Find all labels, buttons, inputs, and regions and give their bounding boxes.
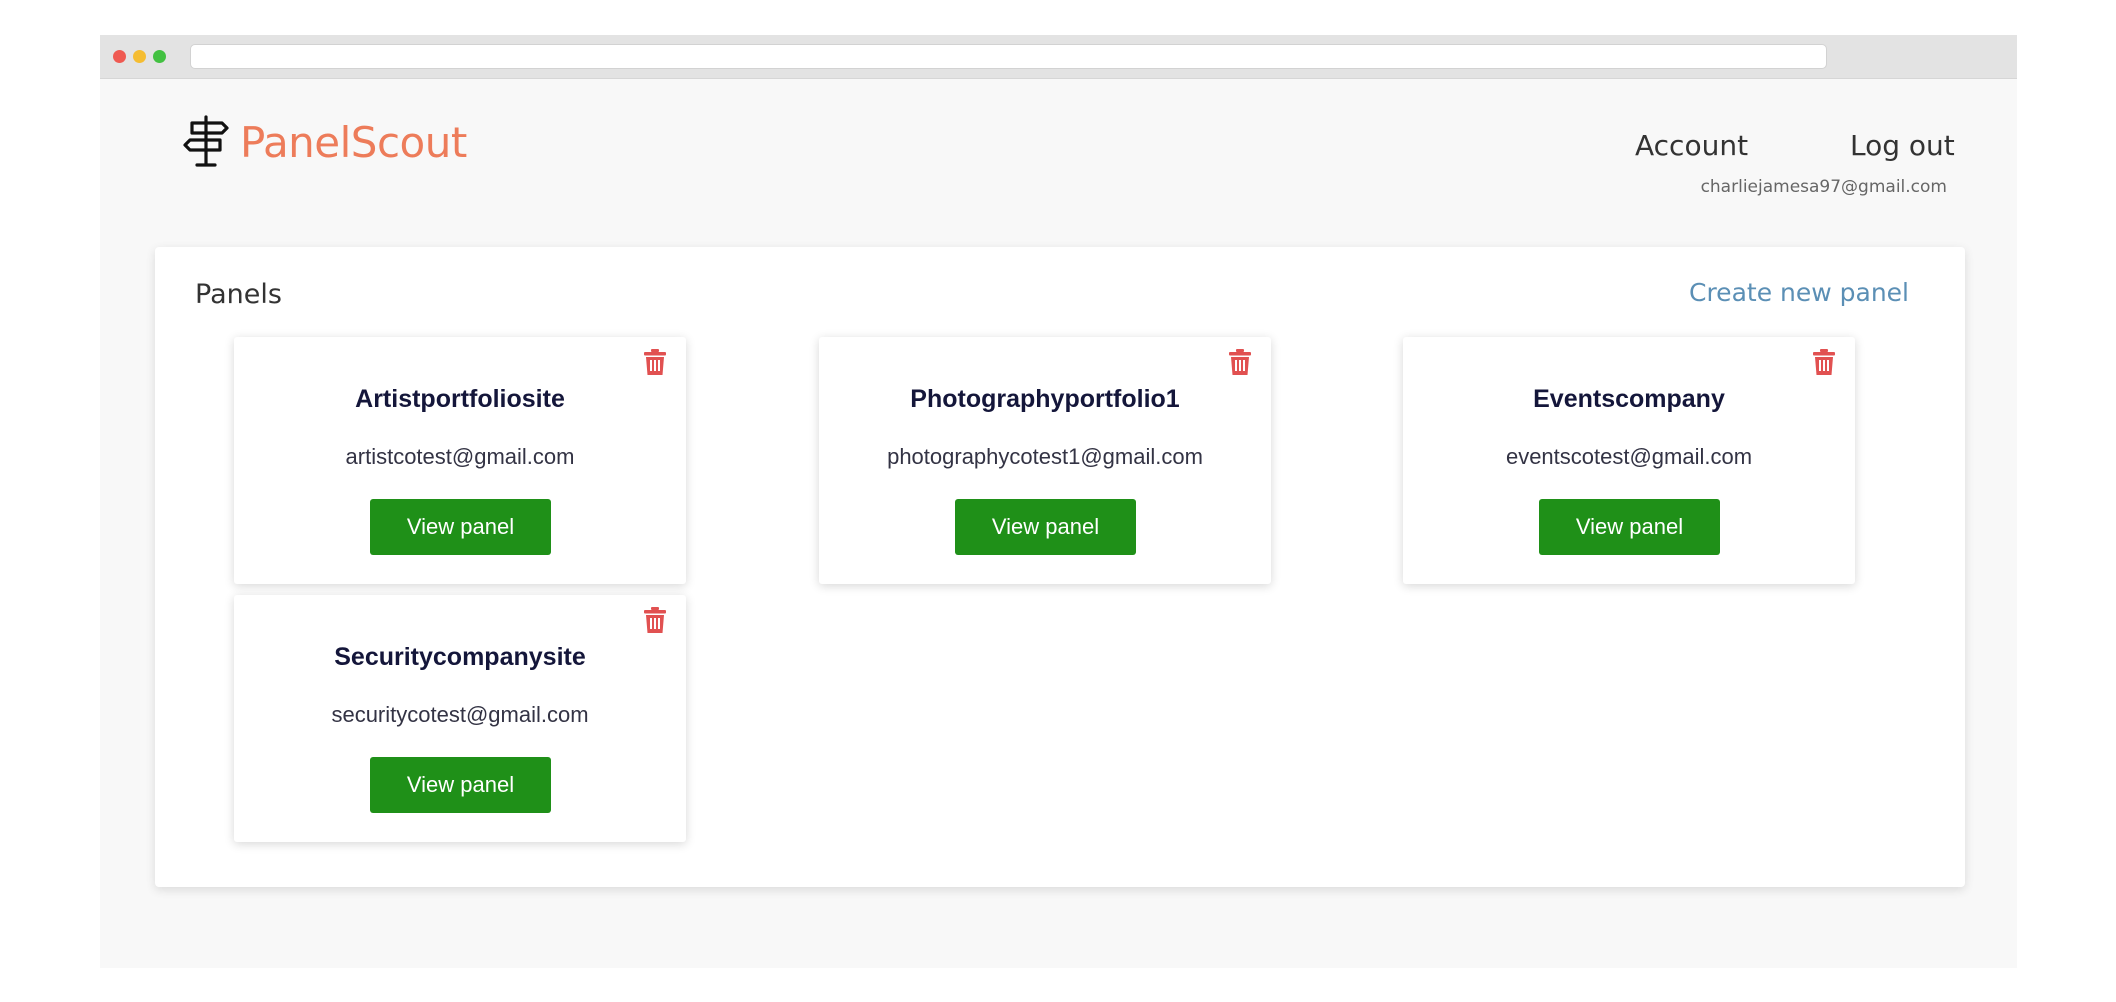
view-panel-button[interactable]: View panel xyxy=(1539,499,1720,555)
create-panel-link[interactable]: Create new panel xyxy=(1689,278,1909,307)
panel-card: Securitycompanysite securitycotest@gmail… xyxy=(234,595,686,842)
user-email: charliejamesa97@gmail.com xyxy=(1700,177,1947,197)
trash-icon[interactable] xyxy=(644,607,666,633)
logout-link[interactable]: Log out xyxy=(1850,129,1955,162)
panel-card: Photographyportfolio1 photographycotest1… xyxy=(819,337,1271,584)
signpost-icon xyxy=(183,115,229,167)
browser-titlebar xyxy=(100,35,2017,79)
close-window-button[interactable] xyxy=(113,50,126,63)
view-panel-button[interactable]: View panel xyxy=(370,757,551,813)
panel-email: artistcotest@gmail.com xyxy=(345,444,575,469)
panel-email: photographycotest1@gmail.com xyxy=(887,444,1203,469)
panel-email: eventscotest@gmail.com xyxy=(1505,444,1753,469)
panels-container: Panels Create new panel Artistportfolios… xyxy=(155,247,1965,887)
panel-name: Securitycompanysite xyxy=(334,643,586,671)
panel-name: Eventscompany xyxy=(1533,385,1725,413)
page-title: Panels xyxy=(195,279,282,310)
panel-name: Artistportfoliosite xyxy=(355,385,565,413)
browser-window: PanelScout Account Log out charliejamesa… xyxy=(100,35,2017,968)
panel-card: Eventscompany eventscotest@gmail.com Vie… xyxy=(1403,337,1855,584)
panel-email: securitycotest@gmail.com xyxy=(331,702,589,727)
panel-name: Photographyportfolio1 xyxy=(910,385,1180,413)
brand-name: PanelScout xyxy=(240,117,467,167)
view-panel-button[interactable]: View panel xyxy=(370,499,551,555)
view-panel-button[interactable]: View panel xyxy=(955,499,1136,555)
minimize-window-button[interactable] xyxy=(133,50,146,63)
trash-icon[interactable] xyxy=(1229,349,1251,375)
brand-logo[interactable]: PanelScout xyxy=(180,114,467,170)
maximize-window-button[interactable] xyxy=(153,50,166,63)
address-bar[interactable] xyxy=(190,44,1827,69)
panel-card: Artistportfoliosite artistcotest@gmail.c… xyxy=(234,337,686,584)
trash-icon[interactable] xyxy=(1813,349,1835,375)
account-link[interactable]: Account xyxy=(1635,129,1748,162)
trash-icon[interactable] xyxy=(644,349,666,375)
